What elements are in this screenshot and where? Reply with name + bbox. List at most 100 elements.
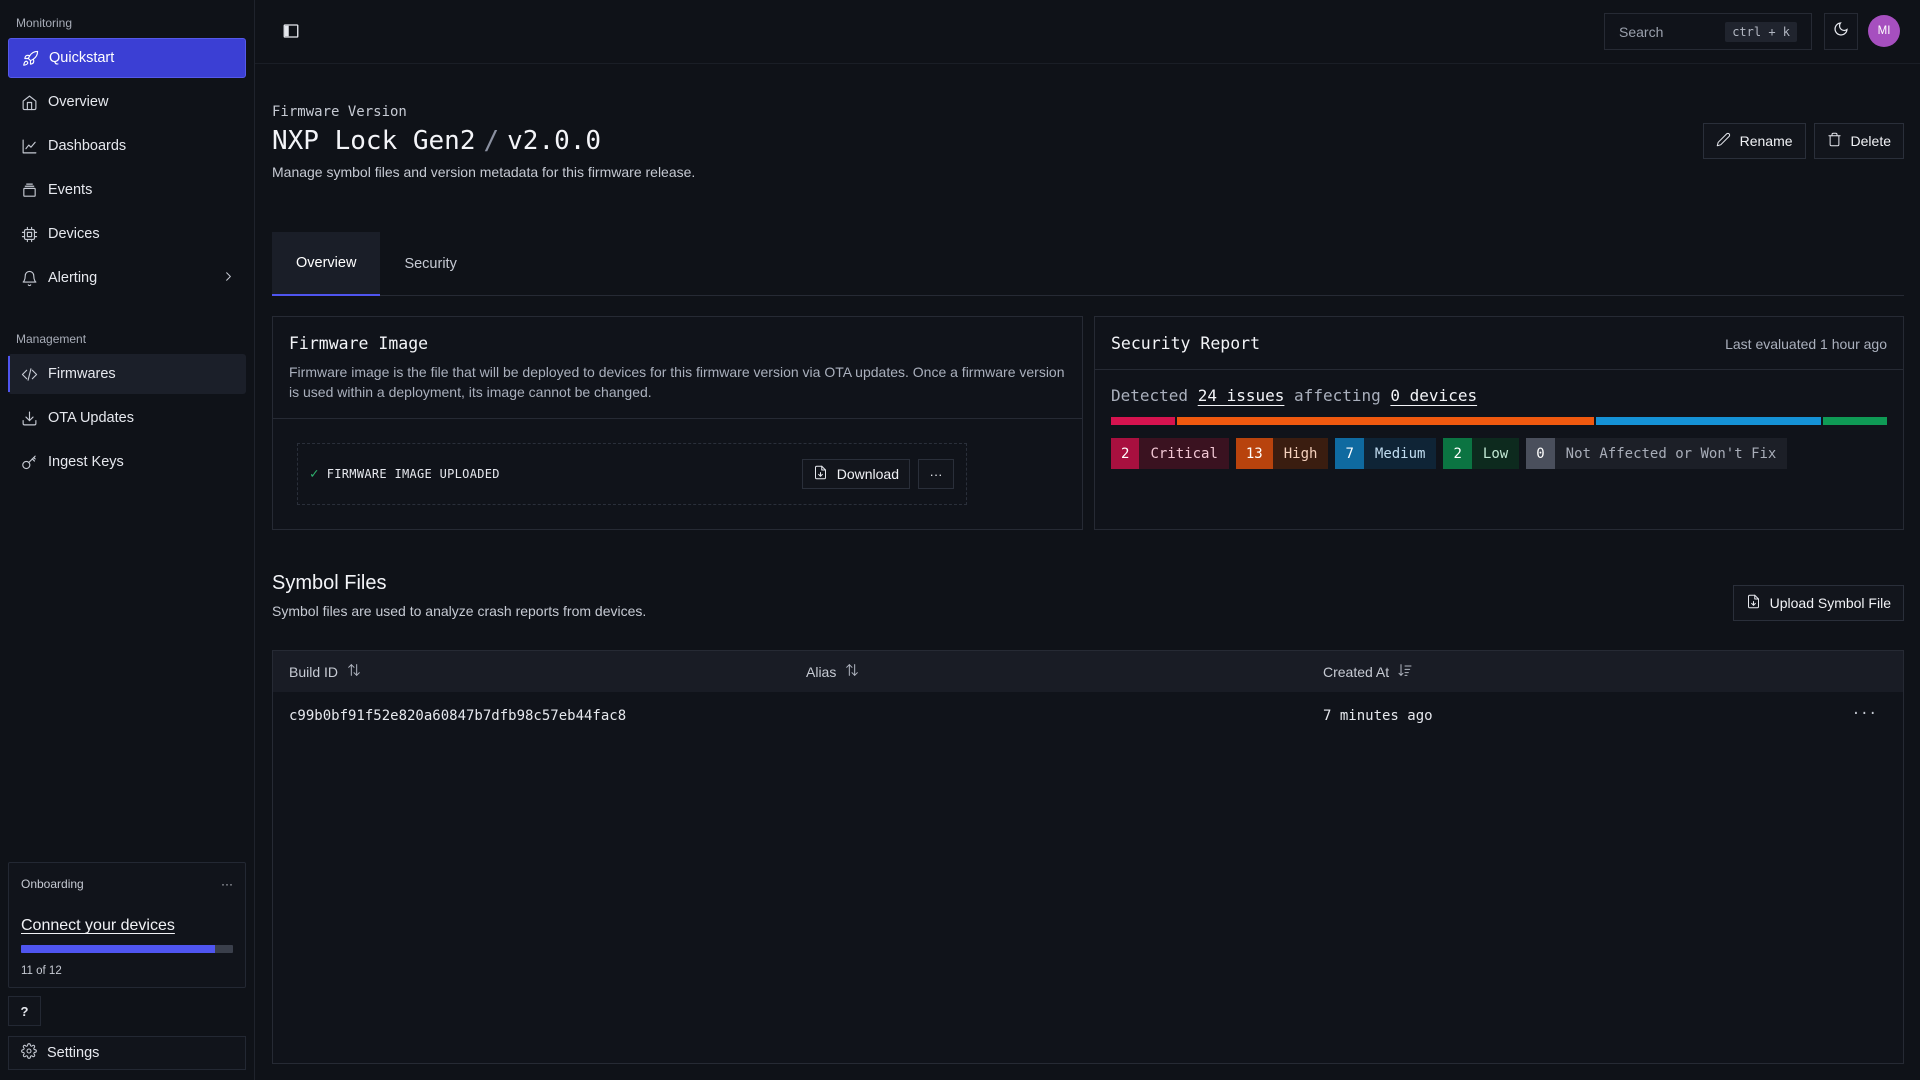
onboarding-progress-bar <box>21 945 233 953</box>
severity-count: 13 <box>1235 438 1273 469</box>
sidebar-item-label: Alerting <box>48 270 98 286</box>
cell-created-at: 7 minutes ago <box>1323 708 1433 724</box>
sidebar-item-alerting[interactable]: Alerting <box>8 258 246 298</box>
sidebar-toggle-icon[interactable] <box>282 22 300 40</box>
header-actions: Rename Delete <box>1702 123 1904 159</box>
chevron-right-icon <box>221 269 236 288</box>
sidebar-item-dashboards[interactable]: Dashboards <box>8 126 246 166</box>
download-icon <box>20 409 38 427</box>
firmware-image-title: Firmware Image <box>289 334 429 353</box>
onboarding-progress-text: 11 of 12 <box>21 965 62 977</box>
sidebar-item-label: Dashboards <box>48 138 127 154</box>
devices-link[interactable]: 0 devices <box>1390 386 1477 405</box>
severity-count: 2 <box>1443 438 1472 469</box>
column-alias[interactable]: Alias <box>790 662 1307 681</box>
sidebar-item-ota-updates[interactable]: OTA Updates <box>8 398 246 438</box>
home-icon <box>20 93 38 111</box>
page-title-product: NXP Lock Gen2 <box>272 126 476 156</box>
affecting-text: affecting <box>1294 386 1381 405</box>
column-created-at[interactable]: Created At <box>1307 662 1413 681</box>
severity-label: Critical <box>1139 438 1229 469</box>
trash-icon <box>1827 132 1851 150</box>
more-options-icon[interactable]: ··· <box>221 877 233 891</box>
security-report-card: Security Report Last evaluated 1 hour ag… <box>1094 316 1904 530</box>
sidebar: Monitoring Quickstart Overview Dashboard… <box>0 0 255 1080</box>
chart-line-icon <box>20 137 38 155</box>
page-title: NXP Lock Gen2/v2.0.0 <box>272 126 695 156</box>
tab-overview[interactable]: Overview <box>272 232 381 296</box>
settings-button[interactable]: Settings <box>8 1036 246 1070</box>
severity-badge[interactable]: 7 Medium <box>1335 438 1437 469</box>
sort-icon <box>836 662 860 681</box>
upload-label: Upload Symbol File <box>1769 595 1891 611</box>
last-evaluated: Last evaluated 1 hour ago <box>1725 335 1887 352</box>
firmware-image-card: Firmware Image Firmware image is the fil… <box>272 316 1083 530</box>
page-title-version: v2.0.0 <box>507 126 602 156</box>
table-header: Build ID Alias Created At <box>273 651 1903 692</box>
severity-label: High <box>1272 438 1329 469</box>
file-download-icon <box>813 465 837 483</box>
sidebar-item-label: Overview <box>48 94 109 110</box>
severity-badge[interactable]: 13 High <box>1235 438 1329 469</box>
sidebar-item-devices[interactable]: Devices <box>8 214 246 254</box>
security-report-title: Security Report <box>1111 334 1261 353</box>
page-eyebrow: Firmware Version <box>272 104 407 120</box>
severity-count: 7 <box>1335 438 1364 469</box>
sidebar-item-firmwares[interactable]: Firmwares <box>8 354 246 394</box>
severity-segment-high <box>1177 417 1595 425</box>
download-button[interactable]: Download <box>801 459 910 489</box>
severity-badge[interactable]: 0 Not Affected or Won't Fix <box>1526 438 1788 469</box>
cell-build-id: c99b0bf91f52e820a60847b7dfb98c57eb44fac8 <box>289 708 627 724</box>
page-header: Firmware Version NXP Lock Gen2/v2.0.0 Ma… <box>272 104 695 180</box>
sidebar-item-ingest-keys[interactable]: Ingest Keys <box>8 442 246 482</box>
more-options-button[interactable]: ··· <box>918 459 954 489</box>
topbar: Search ctrl + k MI <box>255 0 1920 64</box>
severity-count: 2 <box>1111 438 1140 469</box>
theme-toggle-button[interactable] <box>1824 13 1858 50</box>
onboarding-card: Onboarding ··· Connect your devices 11 o… <box>8 862 246 988</box>
symbol-files-subtitle: Symbol files are used to analyze crash r… <box>272 603 647 619</box>
pencil-icon <box>1716 132 1740 150</box>
firmware-image-status: FIRMWARE IMAGE UPLOADED <box>326 467 500 481</box>
cpu-icon <box>20 225 38 243</box>
severity-distribution-bar <box>1111 417 1887 425</box>
app-root: Monitoring Quickstart Overview Dashboard… <box>0 0 1920 1080</box>
rename-button[interactable]: Rename <box>1702 123 1806 159</box>
avatar[interactable]: MI <box>1868 15 1900 47</box>
sidebar-item-events[interactable]: Events <box>8 170 246 210</box>
severity-badge[interactable]: 2 Critical <box>1111 438 1229 469</box>
severity-label: Not Affected or Won't Fix <box>1554 438 1788 469</box>
onboarding-title[interactable]: Connect your devices <box>21 917 233 935</box>
severity-segment-critical <box>1111 417 1176 425</box>
sidebar-item-overview[interactable]: Overview <box>8 82 246 122</box>
rename-label: Rename <box>1739 133 1793 149</box>
layers-icon <box>20 181 38 199</box>
tab-security[interactable]: Security <box>380 232 480 296</box>
column-label: Created At <box>1323 663 1390 680</box>
delete-label: Delete <box>1850 133 1891 149</box>
search-shortcut: ctrl + k <box>1725 21 1797 42</box>
search-input[interactable]: Search ctrl + k <box>1604 13 1812 50</box>
symbol-files-title: Symbol Files <box>272 572 387 594</box>
sort-icon <box>338 662 362 681</box>
delete-button[interactable]: Delete <box>1813 123 1904 159</box>
sidebar-item-label: Firmwares <box>48 366 116 382</box>
upload-symbol-file-button[interactable]: Upload Symbol File <box>1732 585 1904 621</box>
row-more-options-button[interactable]: ··· <box>1852 706 1877 722</box>
key-icon <box>20 453 38 471</box>
sidebar-item-label: OTA Updates <box>48 410 134 426</box>
column-label: Alias <box>806 663 837 680</box>
symbol-files-header: Symbol Files Symbol files are used to an… <box>272 572 646 619</box>
sidebar-item-label: Events <box>48 182 93 198</box>
sidebar-item-quickstart[interactable]: Quickstart <box>8 38 246 78</box>
main-content: Search ctrl + k MI Firmware Version NXP … <box>255 0 1920 1080</box>
detected-prefix: Detected <box>1111 386 1189 405</box>
sort-descending-icon <box>1389 662 1413 681</box>
issues-link[interactable]: 24 issues <box>1198 386 1285 405</box>
severity-badge[interactable]: 2 Low <box>1443 438 1520 469</box>
table-row[interactable]: c99b0bf91f52e820a60847b7dfb98c57eb44fac8… <box>273 692 1903 740</box>
column-build-id[interactable]: Build ID <box>273 662 790 681</box>
rocket-icon <box>21 49 39 67</box>
severity-label: Low <box>1471 438 1520 469</box>
help-button[interactable]: ? <box>8 996 41 1026</box>
